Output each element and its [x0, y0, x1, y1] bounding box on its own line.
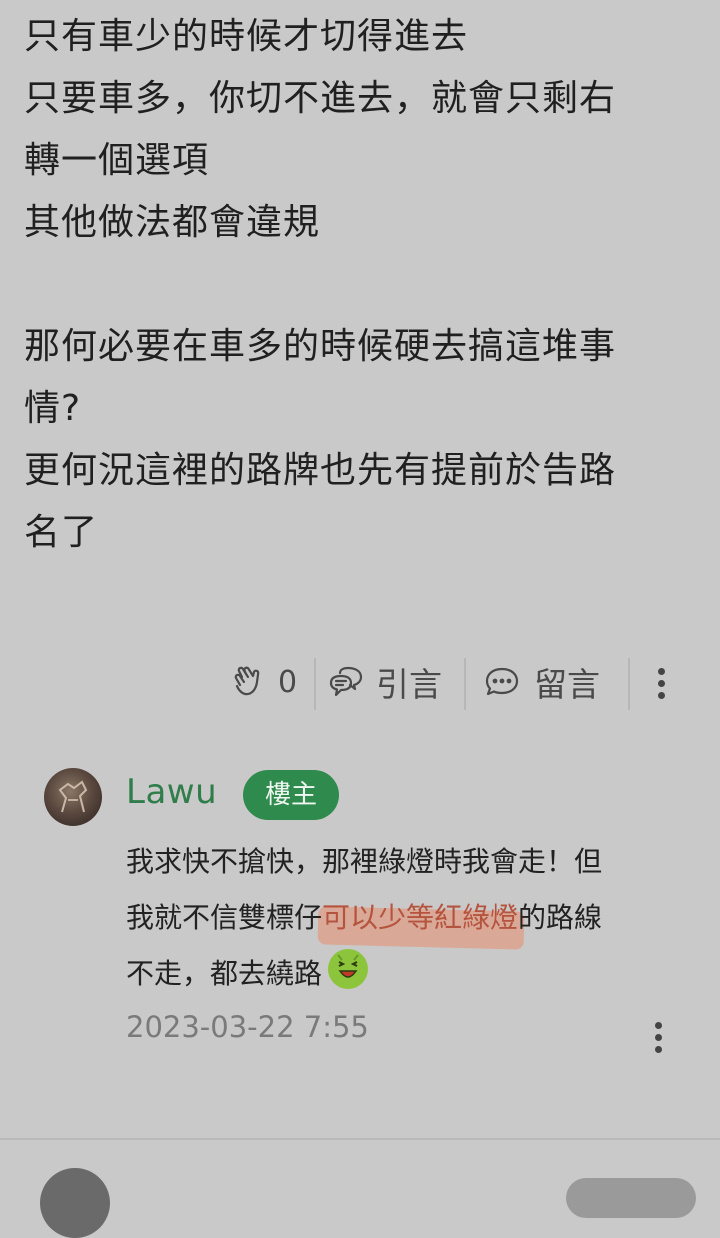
reply-author-name[interactable]: Lawu — [126, 772, 217, 812]
reply-text: 不走，都去繞路 — [126, 957, 323, 990]
action-divider — [314, 658, 316, 710]
quote-button[interactable]: 引言 — [328, 652, 442, 712]
post-body: 只有車少的時候才切得進去 只要車多，你切不進去，就會只剩右 轉一個選項 其他做法… — [24, 6, 704, 564]
reply-line: 我就不信雙標仔可以少等紅綠燈的路線 — [126, 890, 686, 946]
like-count: 0 — [278, 664, 298, 700]
post-action-bar: 0 引言 留言 — [0, 652, 720, 712]
laughing-sticker-icon — [328, 949, 369, 989]
reply-timestamp: 2023-03-22 7:55 — [126, 1010, 369, 1044]
like-button[interactable]: 0 — [232, 652, 297, 712]
reply-text: 的路線 — [518, 901, 603, 934]
comment-bubble-icon — [484, 665, 520, 699]
post-line: 轉一個選項 — [24, 140, 210, 181]
section-divider — [0, 1138, 720, 1140]
post-line: 名了 — [24, 512, 99, 553]
next-comment-button[interactable] — [566, 1178, 696, 1218]
reply-body: 我求快不搶快，那裡綠燈時我會走！但 我就不信雙標仔可以少等紅綠燈的路線 不走，都… — [126, 834, 686, 1002]
reply-text: 我就不信雙標仔 — [126, 901, 323, 934]
post-line: 只要車多，你切不進去，就會只剩右 — [24, 78, 617, 119]
post-line: 只有車少的時候才切得進去 — [24, 16, 469, 57]
reply-more-options-icon[interactable] — [655, 1022, 662, 1053]
post-more-options-icon[interactable] — [658, 668, 665, 699]
post-line: 情? — [24, 388, 82, 429]
clap-icon — [232, 665, 266, 699]
action-divider — [464, 658, 466, 710]
action-divider — [628, 658, 630, 710]
avatar[interactable] — [44, 768, 102, 826]
post-blank-line — [24, 254, 704, 316]
quote-label: 引言 — [376, 665, 442, 704]
horse-figure-icon — [58, 780, 88, 813]
comment-label: 留言 — [534, 665, 600, 704]
op-badge: 樓主 — [243, 770, 339, 820]
reply-line: 不走，都去繞路 — [126, 946, 686, 1002]
post-line: 那何必要在車多的時候硬去搞這堆事 — [24, 326, 617, 367]
post-line: 更何況這裡的路牌也先有提前於告路 — [24, 450, 617, 491]
reply-line: 我求快不搶快，那裡綠燈時我會走！但 — [126, 845, 603, 878]
comment-button[interactable]: 留言 — [484, 652, 600, 712]
next-comment-avatar[interactable] — [40, 1168, 110, 1238]
quote-bubble-icon — [328, 665, 364, 699]
post-line: 其他做法都會違規 — [24, 202, 321, 243]
highlighted-text: 可以少等紅綠燈 — [322, 901, 519, 934]
